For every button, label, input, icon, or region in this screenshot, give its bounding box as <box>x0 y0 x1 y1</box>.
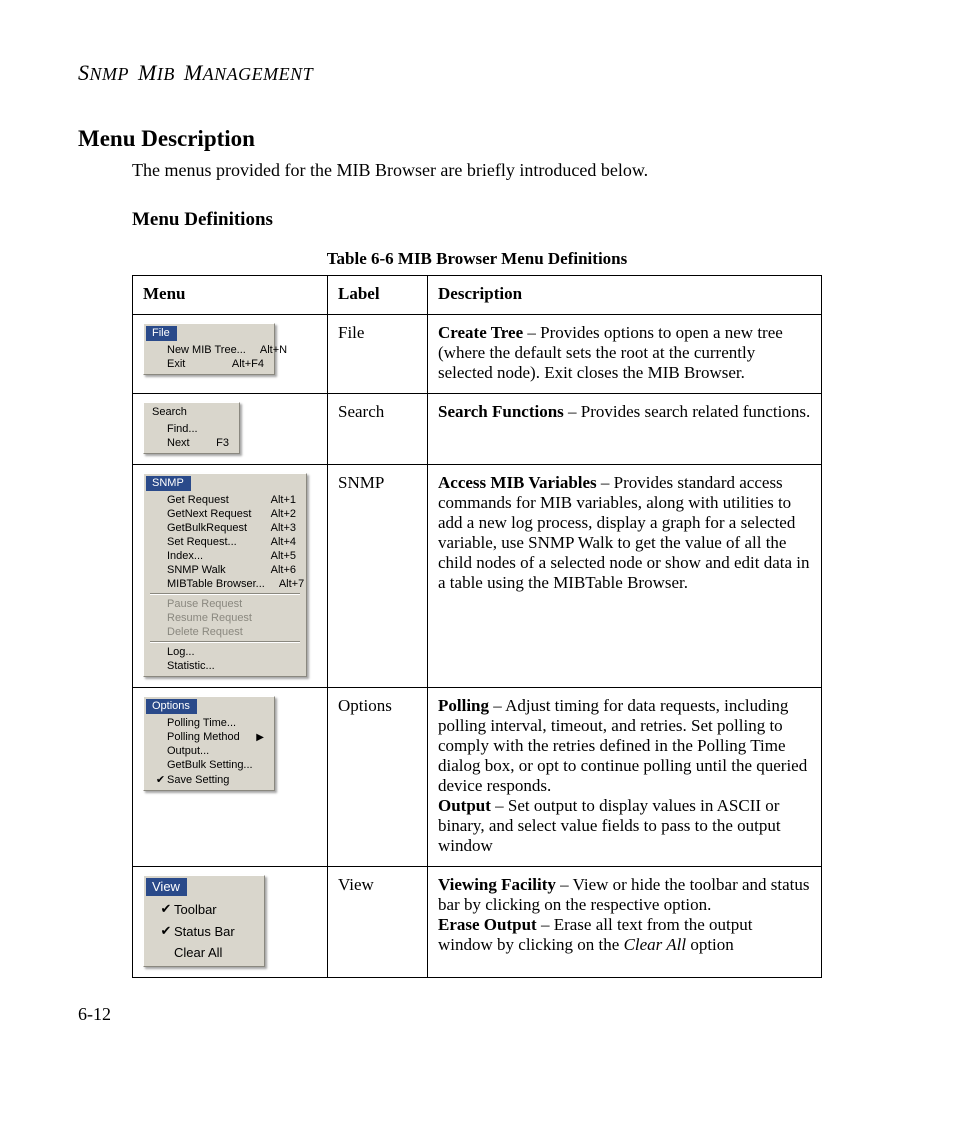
th-description: Description <box>428 276 822 315</box>
table-row-file: File New MIB Tree... Alt+N Exit Alt+F4 <box>133 315 822 394</box>
view-menu-title: View <box>146 878 187 896</box>
file-menu[interactable]: File New MIB Tree... Alt+N Exit Alt+F4 <box>143 323 275 375</box>
page-number: 6-12 <box>78 1004 876 1025</box>
cell-desc-snmp: Access MIB Variables – Provides standard… <box>428 465 822 688</box>
cell-desc-options: Polling – Adjust timing for data request… <box>428 688 822 867</box>
check-icon: ✔ <box>158 923 174 939</box>
view-menu-item-clear-all[interactable]: Clear All <box>148 942 260 963</box>
options-menu-item-polling-time[interactable]: Polling Time... <box>148 716 270 730</box>
view-menu-item-status-bar[interactable]: ✔Status Bar <box>148 920 260 942</box>
options-menu-item-output[interactable]: Output... <box>148 744 270 758</box>
snmp-menu-item-set-request[interactable]: Set Request...Alt+4 <box>148 535 302 549</box>
running-head: SNMP MIB MANAGEMENT <box>78 60 876 86</box>
snmp-menu-item-resume-request: Resume Request <box>148 611 302 625</box>
heading-menu-definitions: Menu Definitions <box>132 209 876 231</box>
options-menu-item-getbulk-setting[interactable]: GetBulk Setting... <box>148 758 270 772</box>
table-row-snmp: SNMP Get RequestAlt+1 GetNext RequestAlt… <box>133 465 822 688</box>
lead-paragraph: The menus provided for the MIB Browser a… <box>132 160 876 181</box>
options-menu-item-polling-method[interactable]: Polling Method▶ <box>148 730 270 744</box>
cell-menu-view: View ✔Toolbar ✔Status Bar Clear All <box>133 867 328 978</box>
snmp-menu-item-getnext-request[interactable]: GetNext RequestAlt+2 <box>148 507 302 521</box>
file-menu-title: File <box>146 326 177 341</box>
cell-label-search: Search <box>328 394 428 465</box>
view-menu[interactable]: View ✔Toolbar ✔Status Bar Clear All <box>143 875 265 967</box>
th-label: Label <box>328 276 428 315</box>
snmp-menu-item-delete-request: Delete Request <box>148 625 302 639</box>
view-menu-item-toolbar[interactable]: ✔Toolbar <box>148 898 260 920</box>
th-menu: Menu <box>133 276 328 315</box>
snmp-menu-title: SNMP <box>146 476 191 491</box>
cell-label-file: File <box>328 315 428 394</box>
check-icon: ✔ <box>154 773 167 786</box>
cell-label-view: View <box>328 867 428 978</box>
heading-menu-description: Menu Description <box>78 126 876 152</box>
table-row-options: Options Polling Time... Polling Method▶ … <box>133 688 822 867</box>
menu-separator <box>150 593 300 595</box>
cell-menu-options: Options Polling Time... Polling Method▶ … <box>133 688 328 867</box>
file-menu-item-exit[interactable]: Exit Alt+F4 <box>148 357 270 371</box>
search-menu[interactable]: Search Find... Next F3 <box>143 402 240 454</box>
snmp-menu-item-pause-request: Pause Request <box>148 597 302 611</box>
cell-label-options: Options <box>328 688 428 867</box>
snmp-menu-item-index[interactable]: Index...Alt+5 <box>148 549 302 563</box>
snmp-menu-item-log[interactable]: Log... <box>148 645 302 659</box>
options-menu-title: Options <box>146 699 197 714</box>
table-header-row: Menu Label Description <box>133 276 822 315</box>
search-menu-title: Search <box>146 405 194 420</box>
table-row-view: View ✔Toolbar ✔Status Bar Clear All View… <box>133 867 822 978</box>
snmp-menu-item-statistic[interactable]: Statistic... <box>148 659 302 673</box>
cell-desc-view: Viewing Facility – View or hide the tool… <box>428 867 822 978</box>
file-menu-item-new-mib-tree[interactable]: New MIB Tree... Alt+N <box>148 343 270 357</box>
cell-label-snmp: SNMP <box>328 465 428 688</box>
table-caption: Table 6-6 MIB Browser Menu Definitions <box>78 249 876 269</box>
cell-desc-search: Search Functions – Provides search relat… <box>428 394 822 465</box>
search-menu-item-find[interactable]: Find... <box>148 422 235 436</box>
snmp-menu-item-snmp-walk[interactable]: SNMP WalkAlt+6 <box>148 563 302 577</box>
menu-definitions-table: Menu Label Description File New MIB Tree… <box>132 275 822 978</box>
submenu-arrow-icon: ▶ <box>246 732 264 743</box>
options-menu[interactable]: Options Polling Time... Polling Method▶ … <box>143 696 275 791</box>
cell-menu-file: File New MIB Tree... Alt+N Exit Alt+F4 <box>133 315 328 394</box>
snmp-menu[interactable]: SNMP Get RequestAlt+1 GetNext RequestAlt… <box>143 473 307 677</box>
snmp-menu-item-mibtable-browser[interactable]: MIBTable Browser...Alt+7 <box>148 577 302 591</box>
snmp-menu-item-getbulkrequest[interactable]: GetBulkRequestAlt+3 <box>148 521 302 535</box>
table-row-search: Search Find... Next F3 <box>133 394 822 465</box>
snmp-menu-item-get-request[interactable]: Get RequestAlt+1 <box>148 493 302 507</box>
cell-menu-snmp: SNMP Get RequestAlt+1 GetNext RequestAlt… <box>133 465 328 688</box>
cell-menu-search: Search Find... Next F3 <box>133 394 328 465</box>
menu-separator <box>150 641 300 643</box>
cell-desc-file: Create Tree – Provides options to open a… <box>428 315 822 394</box>
options-menu-item-save-setting[interactable]: ✔Save Setting <box>148 772 270 787</box>
document-page: SNMP MIB MANAGEMENT Menu Description The… <box>0 0 954 1095</box>
check-icon: ✔ <box>158 901 174 917</box>
search-menu-item-next[interactable]: Next F3 <box>148 436 235 450</box>
